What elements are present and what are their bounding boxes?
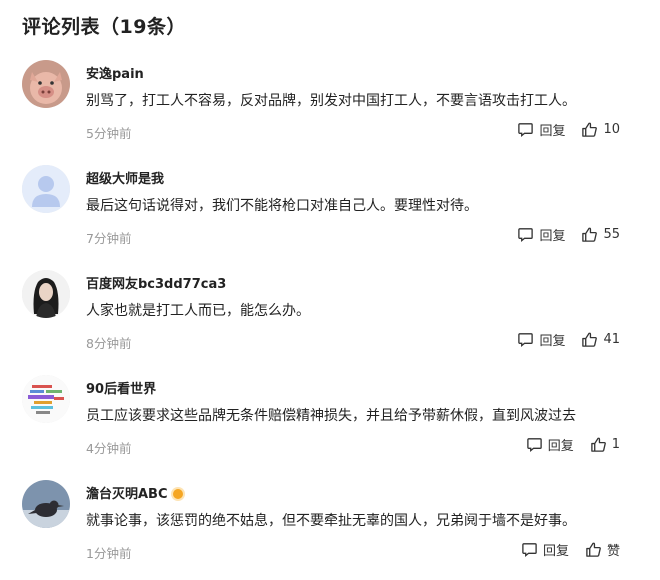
comment-time: 1分钟前 [86, 546, 132, 561]
comment-bubble-icon [522, 543, 537, 558]
comment-item: 澹台灭明ABC 就事论事，该惩罚的绝不姑息，但不要牵扯无辜的国人，兄弟阋于墙不是… [0, 480, 660, 580]
comment-text: 最后这句话说得对，我们不能将枪口对准自己人。要理性对待。 [86, 198, 478, 214]
comment-username[interactable]: 安逸pain [86, 63, 144, 82]
thumbs-up-icon [582, 332, 598, 347]
reply-label: 回复 [547, 439, 574, 454]
like-button[interactable]: 55 [581, 226, 620, 243]
comment-time: 4分钟前 [86, 441, 132, 456]
reply-label: 回复 [539, 124, 566, 139]
like-count: 55 [603, 227, 620, 242]
like-button[interactable]: 1 [590, 436, 620, 453]
reply-button[interactable]: 回复 [517, 225, 565, 244]
comment-item: 百度网友bc3dd77ca3 人家也就是打工人而已，能怎么办。 8分钟前 回复 … [0, 270, 660, 370]
comment-text: 人家也就是打工人而已，能怎么办。 [86, 303, 310, 319]
reply-button[interactable]: 回复 [526, 435, 574, 454]
like-label: 赞 [606, 544, 620, 559]
like-button[interactable]: 41 [581, 331, 620, 348]
like-count: 1 [611, 437, 620, 452]
default-user-avatar-icon[interactable] [22, 165, 70, 213]
comment-time: 8分钟前 [86, 336, 132, 351]
comment-username[interactable]: 百度网友bc3dd77ca3 [86, 273, 226, 292]
comment-text: 别骂了，打工人不容易，反对品牌，别发对中国打工人，不要言语攻击打工人。 [86, 93, 576, 109]
comment-username[interactable]: 90后看世界 [86, 378, 156, 397]
thumbs-up-icon [582, 122, 598, 137]
comment-text: 员工应该要求这些品牌无条件赔偿精神损失，并且给予带薪休假，直到风波过去 [86, 408, 576, 424]
thumbs-up-icon [586, 542, 601, 557]
comment-username[interactable]: 超级大师是我 [86, 168, 164, 187]
comment-username[interactable]: 澹台灭明ABC [86, 483, 183, 502]
like-button[interactable]: 赞 [585, 540, 620, 559]
comment-item: 安逸pain 别骂了，打工人不容易，反对品牌，别发对中国打工人，不要言语攻击打工… [0, 60, 660, 160]
reply-label: 回复 [539, 334, 566, 349]
thumbs-up-icon [590, 437, 606, 452]
comment-bubble-icon [518, 228, 534, 243]
verified-badge-icon [172, 489, 183, 499]
woman-portrait-avatar-icon[interactable] [22, 270, 70, 318]
reply-button[interactable]: 回复 [517, 330, 565, 349]
like-count: 41 [603, 332, 620, 347]
username-text: 澹台灭明ABC [86, 487, 168, 502]
thumbs-up-icon [582, 227, 598, 242]
comment-time: 7分钟前 [86, 231, 132, 246]
reply-label: 回复 [542, 544, 569, 559]
reply-button[interactable]: 回复 [517, 120, 565, 139]
comment-bubble-icon [518, 333, 534, 348]
comment-text: 就事论事，该惩罚的绝不姑息，但不要牵扯无辜的国人，兄弟阋于墙不是好事。 [86, 513, 576, 529]
pig-avatar-icon[interactable] [22, 60, 70, 108]
word-cloud-avatar-icon[interactable] [22, 375, 70, 423]
bird-avatar-icon[interactable] [22, 480, 70, 528]
like-count: 10 [603, 122, 620, 137]
comment-item: 超级大师是我 最后这句话说得对，我们不能将枪口对准自己人。要理性对待。 7分钟前… [0, 165, 660, 265]
comment-time: 5分钟前 [86, 126, 132, 141]
comment-bubble-icon [518, 123, 534, 138]
reply-label: 回复 [539, 229, 566, 244]
comment-bubble-icon [526, 438, 542, 453]
like-button[interactable]: 10 [581, 121, 620, 138]
comment-item: 90后看世界 员工应该要求这些品牌无条件赔偿精神损失，并且给予带薪休假，直到风波… [0, 375, 660, 475]
reply-button[interactable]: 回复 [521, 540, 569, 559]
page-title: 评论列表（19条） [22, 16, 186, 38]
